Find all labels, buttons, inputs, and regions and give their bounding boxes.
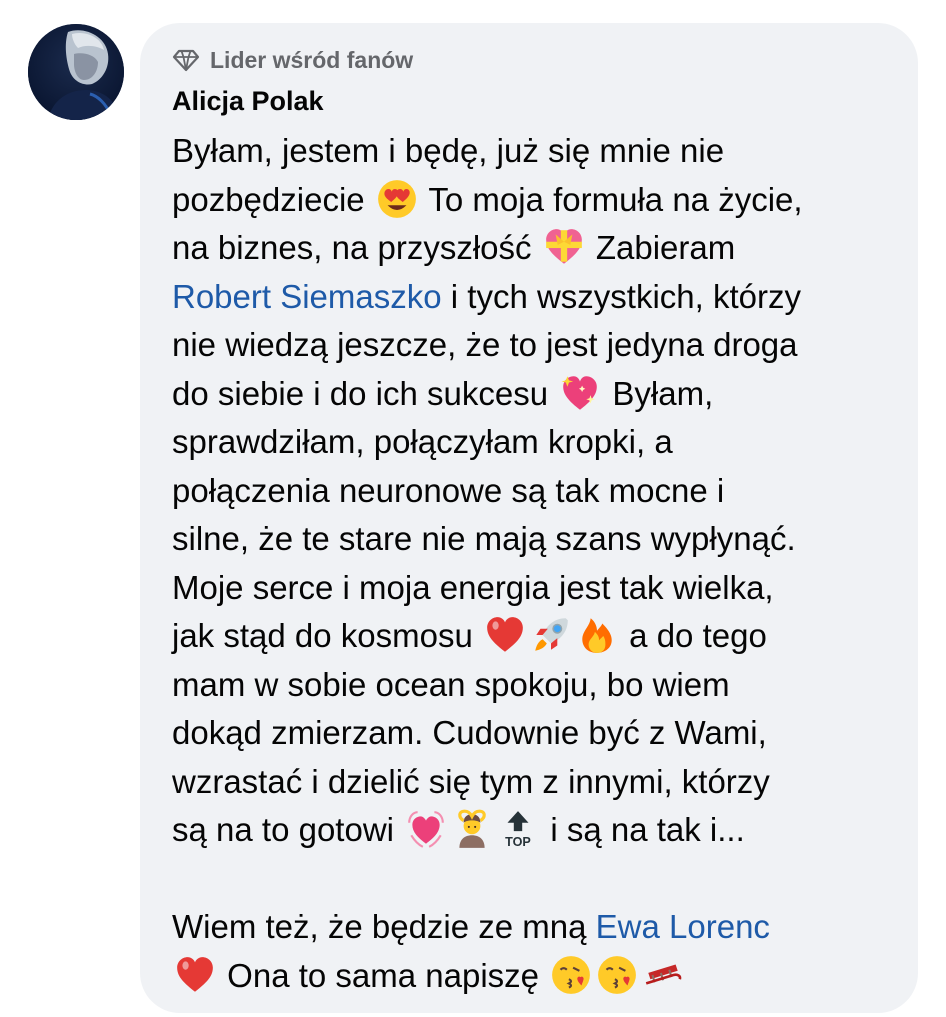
paragraph-break <box>172 855 912 904</box>
mention-link[interactable]: Robert Siemaszko <box>172 278 442 315</box>
comment-text: Byłam, jestem i będę, już się mnie nie p… <box>172 127 912 1000</box>
diamond-icon <box>172 46 200 74</box>
person-gesturing-ok-emoji <box>451 808 493 850</box>
fire-emoji <box>576 614 618 656</box>
comment-text-line: Ona to sama napiszę <box>227 956 540 994</box>
growing-heart-emoji <box>405 808 447 850</box>
comment-text-line: nie wiedzą jeszcze, że to jest jedyna dr… <box>172 326 798 363</box>
comment: Lider wśród fanów Alicja Polak Byłam, je… <box>0 0 946 1017</box>
comment-text-line: Zabieram <box>595 229 736 266</box>
comment-text-line: jak stąd do kosmosu <box>172 617 473 654</box>
svg-text:TOP: TOP <box>505 835 531 849</box>
rocket-emoji <box>530 614 572 656</box>
comment-text-line: Moje serce i moja energia jest tak wielk… <box>172 568 774 606</box>
comment-text-line: do siebie i do ich sukcesu <box>172 374 549 412</box>
comment-text-line: i są na tak i... <box>550 811 745 848</box>
comment-text-line: sprawdziłam, połączyłam kropki, a <box>172 423 673 460</box>
heart-eyes-emoji <box>376 178 418 220</box>
comment-text-line: pozbędziecie <box>172 180 365 218</box>
comment-author[interactable]: Alicja Polak <box>172 83 324 119</box>
face-blowing-kiss-emoji <box>550 954 592 996</box>
red-heart-emoji <box>174 954 216 996</box>
comment-text-line: na biznes, na przyszłość <box>172 229 532 266</box>
comment-text-line: są na to gotowi <box>172 811 394 848</box>
comment-text-line: wzrastać i dzielić się tym z innymi, któ… <box>172 762 770 800</box>
comment-text-line: silne, że te stare nie mają szans wypłyn… <box>172 520 796 557</box>
comment-text-line: połączenia neuronowe są tak mocne i <box>172 471 725 509</box>
top-arrow-emoji: TOP <box>497 808 539 850</box>
avatar[interactable] <box>28 24 124 120</box>
sled-emoji <box>642 954 684 996</box>
comment-text-line: To moja formuła na życie, <box>428 180 803 218</box>
red-heart-emoji <box>484 614 526 656</box>
top-fan-badge[interactable]: Lider wśród fanów <box>172 44 413 76</box>
comment-text-line: Byłam, jestem i będę, już się mnie nie <box>172 132 725 169</box>
badge-label: Lider wśród fanów <box>210 46 414 73</box>
comment-text-line: a do tego <box>629 617 767 654</box>
heart-with-ribbon-emoji <box>543 226 585 268</box>
comment-text-line: mam w sobie ocean spokoju, bo wiem <box>172 665 730 703</box>
sparkling-heart-emoji <box>559 372 601 414</box>
face-blowing-kiss-emoji <box>596 954 638 996</box>
comment-text-line: Byłam, <box>612 374 714 412</box>
avatar-photo <box>28 24 124 120</box>
comment-text-line: Wiem też, że będzie ze mną <box>172 908 596 945</box>
comment-text-line: i tych wszystkich, którzy <box>441 277 801 315</box>
mention-link[interactable]: Ewa Lorenc <box>596 908 770 945</box>
comment-text-line: dokąd zmierzam. Cudownie być z Wami, <box>172 714 767 751</box>
